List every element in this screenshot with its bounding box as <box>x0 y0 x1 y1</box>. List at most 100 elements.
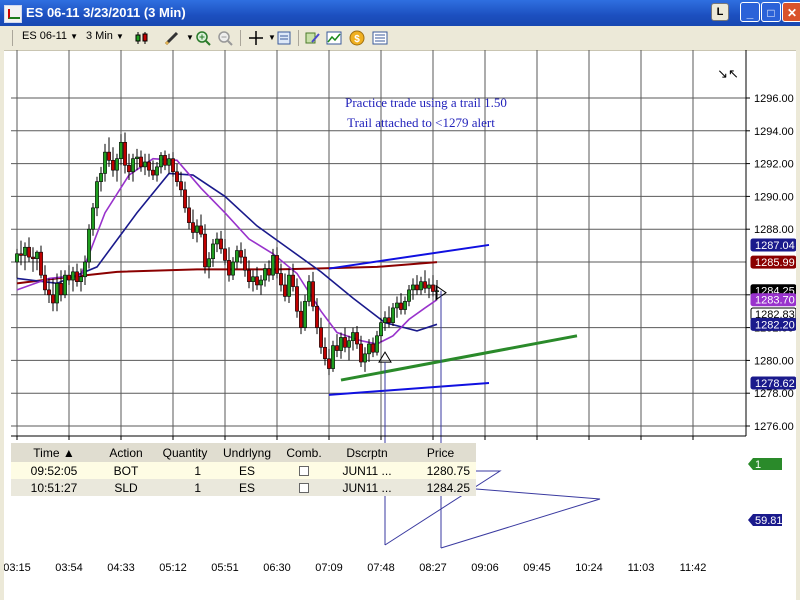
price-tag-box <box>750 284 797 298</box>
chevron-down-icon: ▼ <box>70 32 79 41</box>
title-bar[interactable]: ES 06-11 3/23/2011 (3 Min) L _ □ ✕ <box>0 0 800 26</box>
candle-body <box>291 274 295 287</box>
chart-app-icon <box>4 5 22 23</box>
candle-body <box>359 343 363 363</box>
time-axis-label: 05:51 <box>211 562 239 574</box>
candle <box>139 150 143 172</box>
price-chart[interactable]: 1296.00 1294.00 1292.00 1290.00 1288.00 1284.… <box>0 0 800 600</box>
candle <box>319 317 323 354</box>
strategy-icon[interactable] <box>304 30 320 46</box>
table-row[interactable]: 10:51:27 SLD 1 ES JUN11 ... 1284.25 <box>11 479 476 496</box>
price-tag-box <box>750 317 797 331</box>
candle-body <box>427 284 431 289</box>
interval-selector[interactable]: 3 Min ▼ <box>86 30 124 42</box>
candle <box>415 275 419 295</box>
candle <box>339 332 343 359</box>
candle-body <box>367 343 371 355</box>
candle <box>315 298 319 335</box>
candle <box>19 240 23 266</box>
column-header-quantity[interactable]: Quantity <box>155 443 215 462</box>
candle <box>43 265 47 295</box>
candle <box>259 275 263 295</box>
candle-body <box>331 345 335 369</box>
checkbox-icon[interactable] <box>299 483 309 494</box>
time-axis-label: 08:27 <box>419 562 447 574</box>
pencil-icon[interactable] <box>164 30 180 46</box>
trade-underlying: ES <box>215 462 279 479</box>
dollar-icon[interactable]: $ <box>349 30 365 46</box>
time-axis-label: 09:06 <box>471 562 499 574</box>
close-button[interactable]: ✕ <box>782 2 800 22</box>
price-tag-label: 1278.62 <box>755 378 795 390</box>
zoom-in-icon[interactable] <box>195 30 211 46</box>
instrument-label: ES 06-11 <box>22 30 68 42</box>
candle <box>79 268 83 292</box>
candle <box>411 278 415 300</box>
price-tag-box <box>750 238 797 252</box>
candle-body <box>227 260 231 276</box>
column-header-underlying[interactable]: Undrlyng <box>215 443 279 462</box>
minimize-button[interactable]: _ <box>740 2 760 22</box>
candle-body <box>79 276 83 282</box>
time-axis-label: 03:15 <box>3 562 31 574</box>
candle-body <box>347 340 351 348</box>
candle-body <box>411 284 415 291</box>
checkbox-icon[interactable] <box>299 466 309 477</box>
candle-body <box>255 276 259 286</box>
candlestick-icon[interactable] <box>134 30 150 46</box>
candle-body <box>231 261 235 276</box>
maximize-button[interactable]: □ <box>761 2 781 22</box>
toolbar-grip <box>12 30 13 46</box>
candle-body <box>235 250 239 263</box>
candle-body <box>383 317 387 323</box>
column-header-action[interactable]: Action <box>97 443 155 462</box>
zoom-out-icon[interactable] <box>217 30 233 46</box>
candle-body <box>211 243 215 260</box>
lock-button[interactable]: L <box>711 3 729 21</box>
column-header-time[interactable]: Time ▲ <box>11 443 97 462</box>
price-tag-box <box>750 293 797 307</box>
crosshair-icon[interactable] <box>248 30 264 46</box>
candle-body <box>311 281 315 307</box>
candle-body <box>159 155 163 168</box>
candle <box>267 260 271 282</box>
price-tag-label: 1285.99 <box>755 257 795 269</box>
fast-moving-average-line <box>16 157 438 345</box>
column-header-combo[interactable]: Comb. <box>279 443 329 462</box>
mid-moving-average-line <box>16 172 438 332</box>
candle <box>207 252 211 279</box>
chart-toolbar: ES 06-11 ▼ 3 Min ▼ ▼ ▼ $ <box>0 26 800 51</box>
candle <box>203 224 207 274</box>
properties-icon[interactable] <box>276 30 292 46</box>
trade-time: 09:52:05 <box>11 462 97 479</box>
candle-body <box>147 161 151 171</box>
candle-body <box>283 284 287 297</box>
price-tag-label: 1282.20 <box>755 319 795 331</box>
candle <box>423 270 427 294</box>
data-box-icon[interactable] <box>372 30 388 46</box>
candle-body <box>435 290 439 293</box>
candle <box>247 260 251 289</box>
column-header-description[interactable]: Dscrptn <box>329 443 405 462</box>
candle-body <box>339 337 343 351</box>
candle <box>167 153 171 174</box>
indicator-badge: 59.81 <box>748 514 783 527</box>
trade-combo-checkbox[interactable] <box>279 479 329 496</box>
column-header-price[interactable]: Price <box>405 443 476 462</box>
candle <box>231 257 235 281</box>
candle <box>307 275 311 307</box>
candle-body <box>223 248 227 261</box>
candle-body <box>167 158 171 166</box>
candle <box>199 214 203 238</box>
candle-body <box>91 207 95 230</box>
trade-combo-checkbox[interactable] <box>279 462 329 479</box>
candle-body <box>87 228 91 263</box>
time-axis-label: 11:03 <box>628 562 655 574</box>
window-frame-right <box>796 50 800 600</box>
candle-body <box>335 345 339 351</box>
instrument-selector[interactable]: ES 06-11 ▼ <box>22 30 78 42</box>
indicators-icon[interactable] <box>326 30 342 46</box>
candle <box>63 270 67 299</box>
table-row[interactable]: 09:52:05 BOT 1 ES JUN11 ... 1280.75 <box>11 462 476 479</box>
price-axis-label: 1280.00 <box>754 355 794 367</box>
